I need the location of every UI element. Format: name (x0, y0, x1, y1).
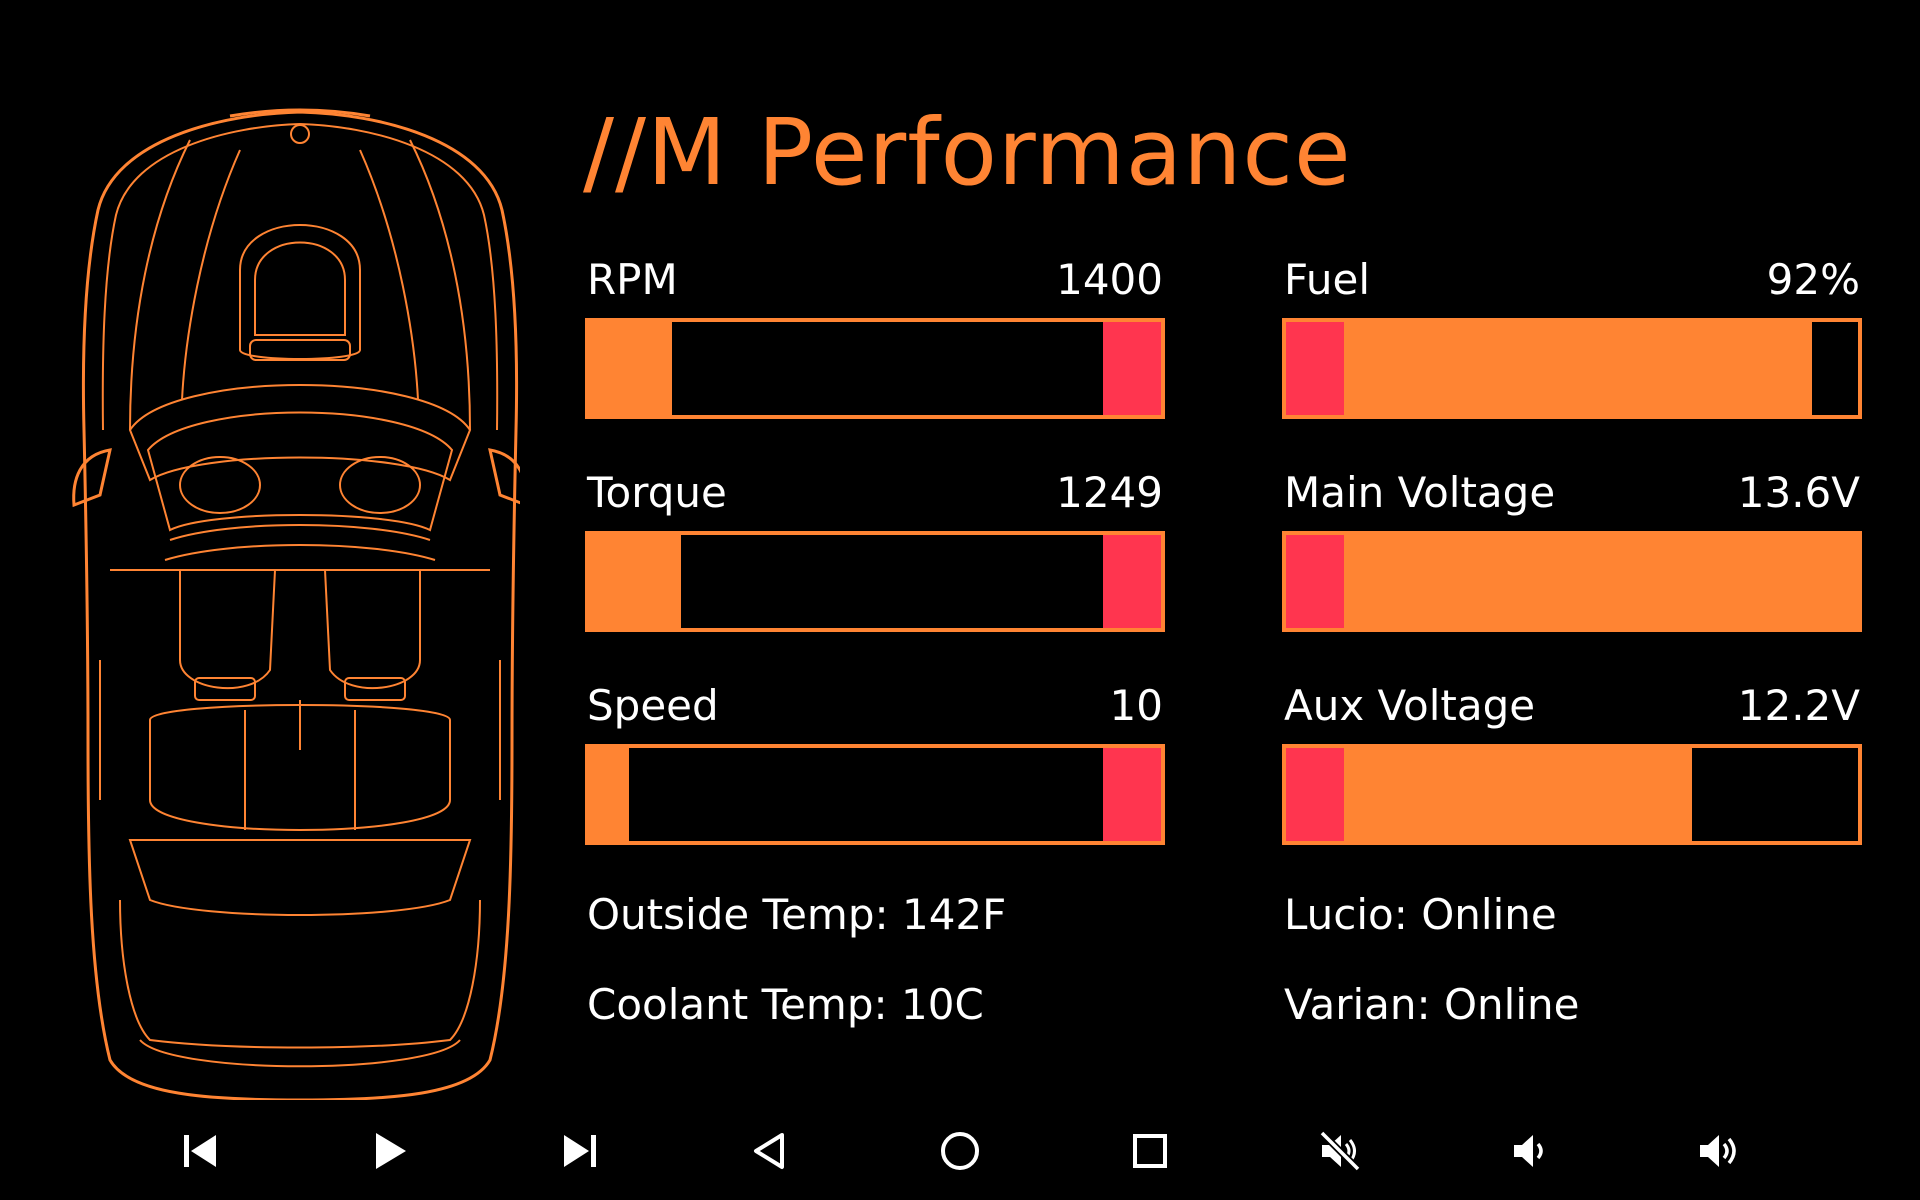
rpm-label: RPM (587, 255, 678, 304)
rpm-bar (585, 318, 1165, 419)
aux-voltage-low-zone (1286, 748, 1344, 841)
coolant-temp-text: Coolant Temp: 10C (587, 980, 984, 1029)
nav-recents-button[interactable] (1120, 1121, 1180, 1181)
torque-value: 1249 (1056, 468, 1163, 517)
mute-button[interactable] (1310, 1121, 1370, 1181)
main-voltage-low-zone (1286, 535, 1344, 628)
car-outline-icon (72, 108, 520, 1100)
torque-bar-fill (589, 535, 681, 628)
speed-value: 10 (1109, 681, 1163, 730)
play-icon (376, 1133, 406, 1169)
aux-voltage-value: 12.2V (1737, 681, 1860, 730)
speed-redline (1103, 748, 1161, 841)
torque-bar (585, 531, 1165, 632)
fuel-bar-fill (1286, 322, 1813, 415)
volume-down-icon (1514, 1135, 1543, 1167)
volume-down-button[interactable] (1500, 1121, 1560, 1181)
rpm-value: 1400 (1056, 255, 1163, 304)
speed-bar (585, 744, 1165, 845)
lucio-status-text: Lucio: Online (1284, 890, 1557, 939)
skip-next-button[interactable] (550, 1121, 610, 1181)
outside-temp-text: Outside Temp: 142F (587, 890, 1007, 939)
aux-voltage-label: Aux Voltage (1284, 681, 1536, 730)
back-triangle-icon (754, 1133, 784, 1169)
fuel-bar (1282, 318, 1862, 419)
play-button[interactable] (360, 1121, 420, 1181)
main-voltage-value: 13.6V (1737, 468, 1860, 517)
fuel-value: 92% (1766, 255, 1860, 304)
volume-up-icon (1700, 1135, 1736, 1167)
recents-square-icon (1133, 1134, 1167, 1168)
skip-next-icon (564, 1135, 596, 1167)
mute-icon (1319, 1130, 1361, 1172)
home-circle-icon (941, 1132, 979, 1170)
volume-up-button[interactable] (1690, 1121, 1750, 1181)
aux-voltage-bar (1282, 744, 1862, 845)
rpm-bar-fill (589, 322, 672, 415)
skip-previous-button[interactable] (170, 1121, 230, 1181)
main-voltage-bar (1282, 531, 1862, 632)
nav-back-button[interactable] (740, 1121, 800, 1181)
torque-redline (1103, 535, 1161, 628)
fuel-label: Fuel (1284, 255, 1370, 304)
fuel-low-zone (1286, 322, 1344, 415)
nav-home-button[interactable] (930, 1121, 990, 1181)
varian-status-text: Varian: Online (1284, 980, 1580, 1029)
main-voltage-label: Main Voltage (1284, 468, 1556, 517)
torque-label: Torque (587, 468, 727, 517)
skip-previous-icon (184, 1135, 216, 1167)
speed-label: Speed (587, 681, 719, 730)
main-voltage-bar-fill (1286, 535, 1858, 628)
dashboard-screen: //M Performance RPM 1400 Torque 1249 Spe… (0, 0, 1920, 1200)
rpm-redline (1103, 322, 1161, 415)
speed-bar-fill (589, 748, 630, 841)
page-title: //M Performance (583, 99, 1352, 206)
aux-voltage-bar-fill (1286, 748, 1693, 841)
